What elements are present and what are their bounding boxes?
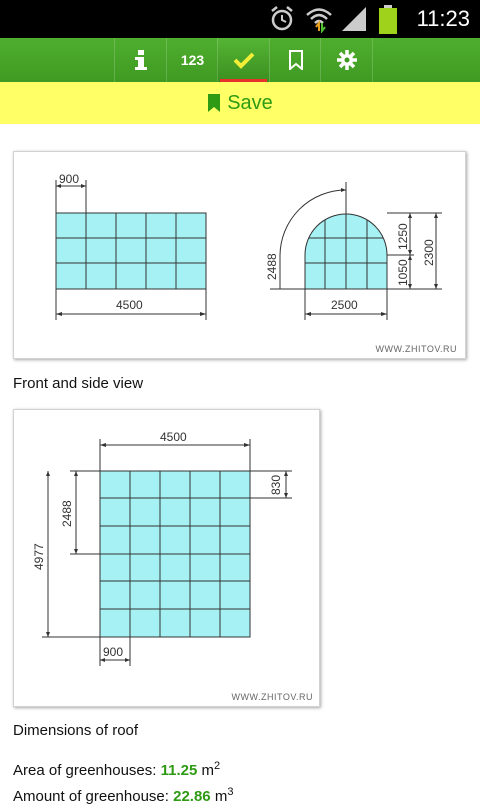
front-view-panes — [55, 212, 207, 290]
area-label: Area of greenhouses: — [13, 762, 161, 779]
amount-value: 22.86 — [173, 788, 211, 805]
wifi-icon — [306, 8, 332, 33]
toolbar: 123 — [0, 38, 480, 82]
signal-icon — [342, 7, 366, 31]
watermark: WWW.ZHITOV.RU — [375, 344, 457, 354]
info-button[interactable] — [114, 38, 166, 82]
bookmark-button[interactable] — [269, 38, 321, 82]
numbers-button[interactable]: 123 — [166, 38, 218, 82]
amount-stat: Amount of greenhouse: 22.86 m3 — [13, 786, 233, 805]
amount-unit: m — [214, 788, 228, 805]
roof-panes — [99, 470, 251, 638]
dim-1250-side: 1250 — [396, 223, 410, 250]
numbers-label: 123 — [180, 52, 205, 68]
info-icon — [134, 50, 147, 70]
dim-4500-roof: 4500 — [160, 430, 187, 444]
watermark: WWW.ZHITOV.RU — [231, 692, 313, 702]
roof-caption: Dimensions of roof — [13, 722, 139, 739]
amount-unit-exponent: 3 — [227, 786, 234, 798]
roof-drawing: 4500 830 2488 4977 900 — [32, 430, 292, 666]
dim-2488-side: 2488 — [265, 253, 279, 280]
save-label: Save — [227, 91, 273, 114]
area-value: 11.25 — [160, 762, 198, 779]
side-view-panes — [304, 213, 388, 290]
dim-2500-side: 2500 — [331, 298, 358, 312]
front-side-caption: Front and side view — [13, 375, 144, 392]
alarm-icon — [271, 6, 293, 31]
dim-2300-side: 2300 — [422, 239, 436, 266]
dim-1050-side: 1050 — [396, 259, 410, 286]
area-unit: m — [201, 762, 215, 779]
save-button[interactable]: Save — [0, 82, 480, 124]
bookmark-icon — [208, 94, 221, 112]
dim-830-roof: 830 — [269, 475, 283, 495]
check-button[interactable] — [217, 38, 269, 82]
front-side-diagram: 900 4500 2488 2500 1250 1050 2300 WWW.ZH… — [13, 151, 466, 359]
dim-4500-front: 4500 — [116, 298, 143, 312]
settings-button[interactable] — [320, 38, 373, 82]
front-side-drawing: 900 4500 2488 2500 1250 1050 2300 — [55, 172, 442, 320]
status-time: 11:23 — [416, 6, 470, 31]
status-bar: 11:23 — [0, 0, 480, 38]
check-icon — [233, 52, 254, 69]
bookmark-icon — [288, 50, 303, 70]
dim-2488-roof: 2488 — [60, 500, 74, 527]
battery-icon — [379, 5, 397, 34]
amount-label: Amount of greenhouse: — [13, 788, 174, 805]
dim-900-front: 900 — [59, 172, 79, 186]
roof-diagram: 4500 830 2488 4977 900 WWW.ZHITOV.RU — [13, 409, 320, 707]
area-stat: Area of greenhouses: 11.25 m2 — [13, 760, 220, 779]
dim-4977-roof: 4977 — [32, 543, 46, 570]
area-unit-exponent: 2 — [214, 760, 221, 772]
dim-900-roof: 900 — [103, 645, 123, 659]
gear-icon — [336, 50, 357, 70]
